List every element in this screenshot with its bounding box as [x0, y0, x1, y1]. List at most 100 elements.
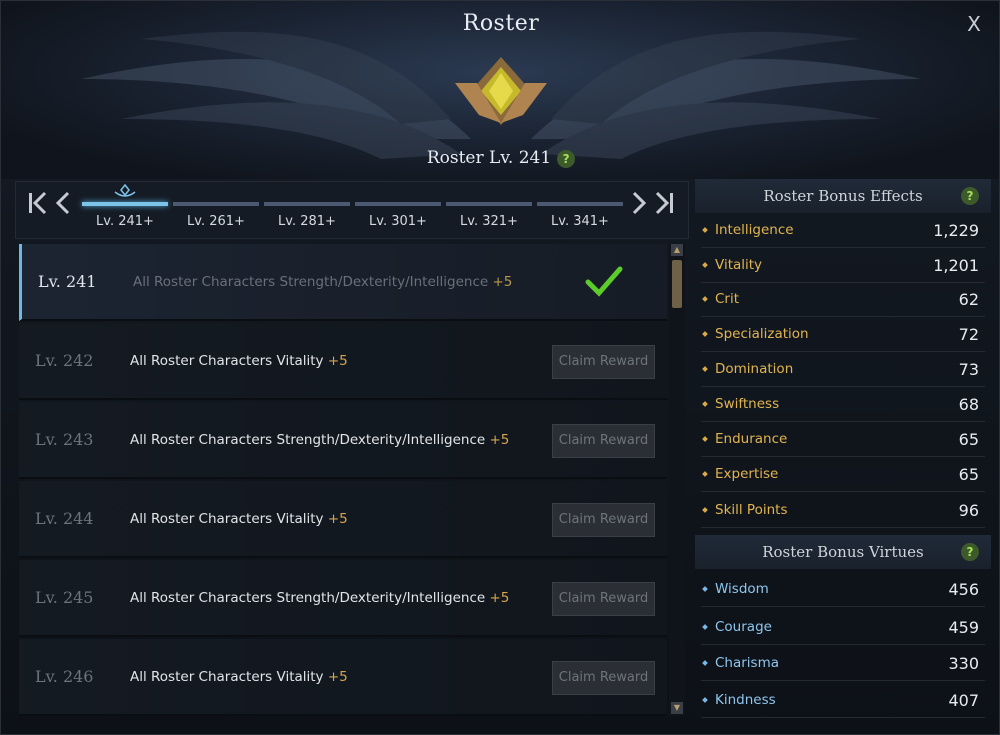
stat-expertise: Expertise 65 [701, 457, 985, 492]
next-page-button[interactable] [628, 190, 650, 216]
last-page-button[interactable] [654, 190, 676, 216]
tab-lv-281[interactable]: Lv. 281+ [264, 186, 350, 234]
reward-level: Lv. 242 [35, 351, 94, 370]
claim-reward-button[interactable]: Claim Reward [552, 661, 655, 695]
claim-reward-button[interactable]: Claim Reward [552, 503, 655, 537]
reward-text: All Roster Characters Strength/Dexterity… [130, 590, 486, 606]
reward-description: All Roster Characters Strength/Dexterity… [130, 432, 509, 448]
scroll-down-arrow-icon[interactable]: ▼ [671, 702, 683, 714]
bullet-icon [702, 262, 708, 268]
tab-lv-241[interactable]: Lv. 241+ [82, 184, 168, 234]
stat-domination: Domination 73 [701, 352, 985, 387]
prev-page-button[interactable] [52, 190, 74, 216]
stat-swiftness: Swiftness 68 [701, 387, 985, 422]
virtue-name: Kindness [715, 692, 776, 708]
virtue-value: 407 [948, 691, 979, 710]
reward-bonus: +5 [492, 274, 513, 290]
reward-bonus: +5 [489, 590, 510, 606]
bullet-icon [702, 436, 708, 442]
tab-lv-301[interactable]: Lv. 301+ [355, 186, 441, 234]
stat-name: Intelligence [715, 222, 794, 238]
claim-reward-button[interactable]: Claim Reward [552, 424, 655, 458]
reward-row-lv-243: Lv. 243 All Roster Characters Strength/D… [19, 402, 667, 479]
reward-row-lv-245: Lv. 245 All Roster Characters Strength/D… [19, 560, 667, 637]
virtue-charisma: Charisma 330 [701, 646, 985, 681]
reward-list-scrollbar[interactable]: ▲ ▼ [669, 244, 685, 716]
reward-text: All Roster Characters Vitality [130, 669, 324, 685]
reward-text: All Roster Characters Vitality [130, 511, 324, 527]
stat-value: 65 [958, 465, 979, 484]
stat-value: 68 [958, 395, 979, 414]
reward-row-lv-244: Lv. 244 All Roster Characters Vitality +… [19, 481, 667, 558]
stat-name: Vitality [715, 257, 763, 273]
bullet-icon [702, 660, 708, 666]
stat-skill-points: Skill Points 96 [701, 493, 985, 528]
bullet-icon [702, 697, 708, 703]
tab-lv-321[interactable]: Lv. 321+ [446, 186, 532, 234]
roster-level-title: Roster Lv. 241? [1, 148, 999, 168]
roster-header: Roster X Roster Lv. 241? [1, 1, 999, 179]
stat-endurance: Endurance 65 [701, 422, 985, 457]
tab-indicator [264, 202, 350, 206]
stat-name: Specialization [715, 326, 809, 342]
stat-crit: Crit 62 [701, 282, 985, 317]
virtue-value: 459 [948, 618, 979, 637]
virtue-value: 330 [948, 654, 979, 673]
claim-reward-button[interactable]: Claim Reward [552, 582, 655, 616]
roster-window: Roster X Roster Lv. 241? Lv. 241+ Lv. 26… [0, 0, 1000, 735]
reward-level: Lv. 245 [35, 588, 94, 607]
virtue-value: 456 [948, 580, 979, 599]
stat-value: 65 [958, 430, 979, 449]
chevron-right-icon [632, 191, 647, 215]
virtue-courage: Courage 459 [701, 610, 985, 645]
stat-name: Skill Points [715, 502, 788, 518]
bullet-icon [702, 507, 708, 513]
virtue-wisdom: Wisdom 456 [701, 572, 985, 607]
bonus-effects-title: Roster Bonus Effects [763, 187, 923, 205]
scroll-thumb[interactable] [672, 260, 682, 308]
virtue-name: Wisdom [715, 581, 769, 597]
bonus-effects-header: Roster Bonus Effects ? [695, 179, 991, 213]
tab-indicator [173, 202, 259, 206]
wing-ornament-left [81, 31, 471, 159]
reward-level: Lv. 244 [35, 509, 94, 528]
tab-lv-261[interactable]: Lv. 261+ [173, 186, 259, 234]
stat-vitality: Vitality 1,201 [701, 248, 985, 283]
first-page-button[interactable] [26, 190, 48, 216]
reward-description: All Roster Characters Vitality +5 [130, 353, 348, 369]
virtue-name: Charisma [715, 655, 780, 671]
reward-bonus: +5 [489, 432, 510, 448]
virtue-name: Courage [715, 619, 772, 635]
help-icon[interactable]: ? [961, 187, 979, 205]
tab-label: Lv. 261+ [187, 214, 245, 229]
reward-bonus: +5 [327, 669, 348, 685]
stat-value: 1,229 [933, 221, 979, 240]
reward-description: All Roster Characters Strength/Dexterity… [133, 274, 512, 290]
tab-lv-341[interactable]: Lv. 341+ [537, 186, 623, 234]
tab-label: Lv. 281+ [278, 214, 336, 229]
skip-first-icon [29, 191, 47, 215]
stat-name: Swiftness [715, 396, 780, 412]
reward-bonus: +5 [327, 353, 348, 369]
bullet-icon [702, 586, 708, 592]
reward-row-lv-241: Lv. 241 All Roster Characters Strength/D… [19, 244, 667, 321]
reward-level: Lv. 243 [35, 430, 94, 449]
claim-reward-button[interactable]: Claim Reward [552, 345, 655, 379]
reward-list: Lv. 241 All Roster Characters Strength/D… [19, 244, 667, 716]
bullet-icon [702, 624, 708, 630]
tab-indicator [446, 202, 532, 206]
bullet-icon [702, 331, 708, 337]
bullet-icon [702, 227, 708, 233]
wing-ornament-right [531, 31, 921, 159]
window-title: Roster [462, 11, 540, 36]
bullet-icon [702, 296, 708, 302]
help-icon[interactable]: ? [557, 149, 576, 168]
help-icon[interactable]: ? [961, 543, 979, 561]
tab-indicator [355, 202, 441, 206]
close-button[interactable]: X [963, 13, 985, 35]
reward-description: All Roster Characters Vitality +5 [130, 511, 348, 527]
bullet-icon [702, 401, 708, 407]
tab-indicator [537, 202, 623, 206]
stat-value: 73 [958, 360, 979, 379]
scroll-up-arrow-icon[interactable]: ▲ [671, 244, 683, 256]
